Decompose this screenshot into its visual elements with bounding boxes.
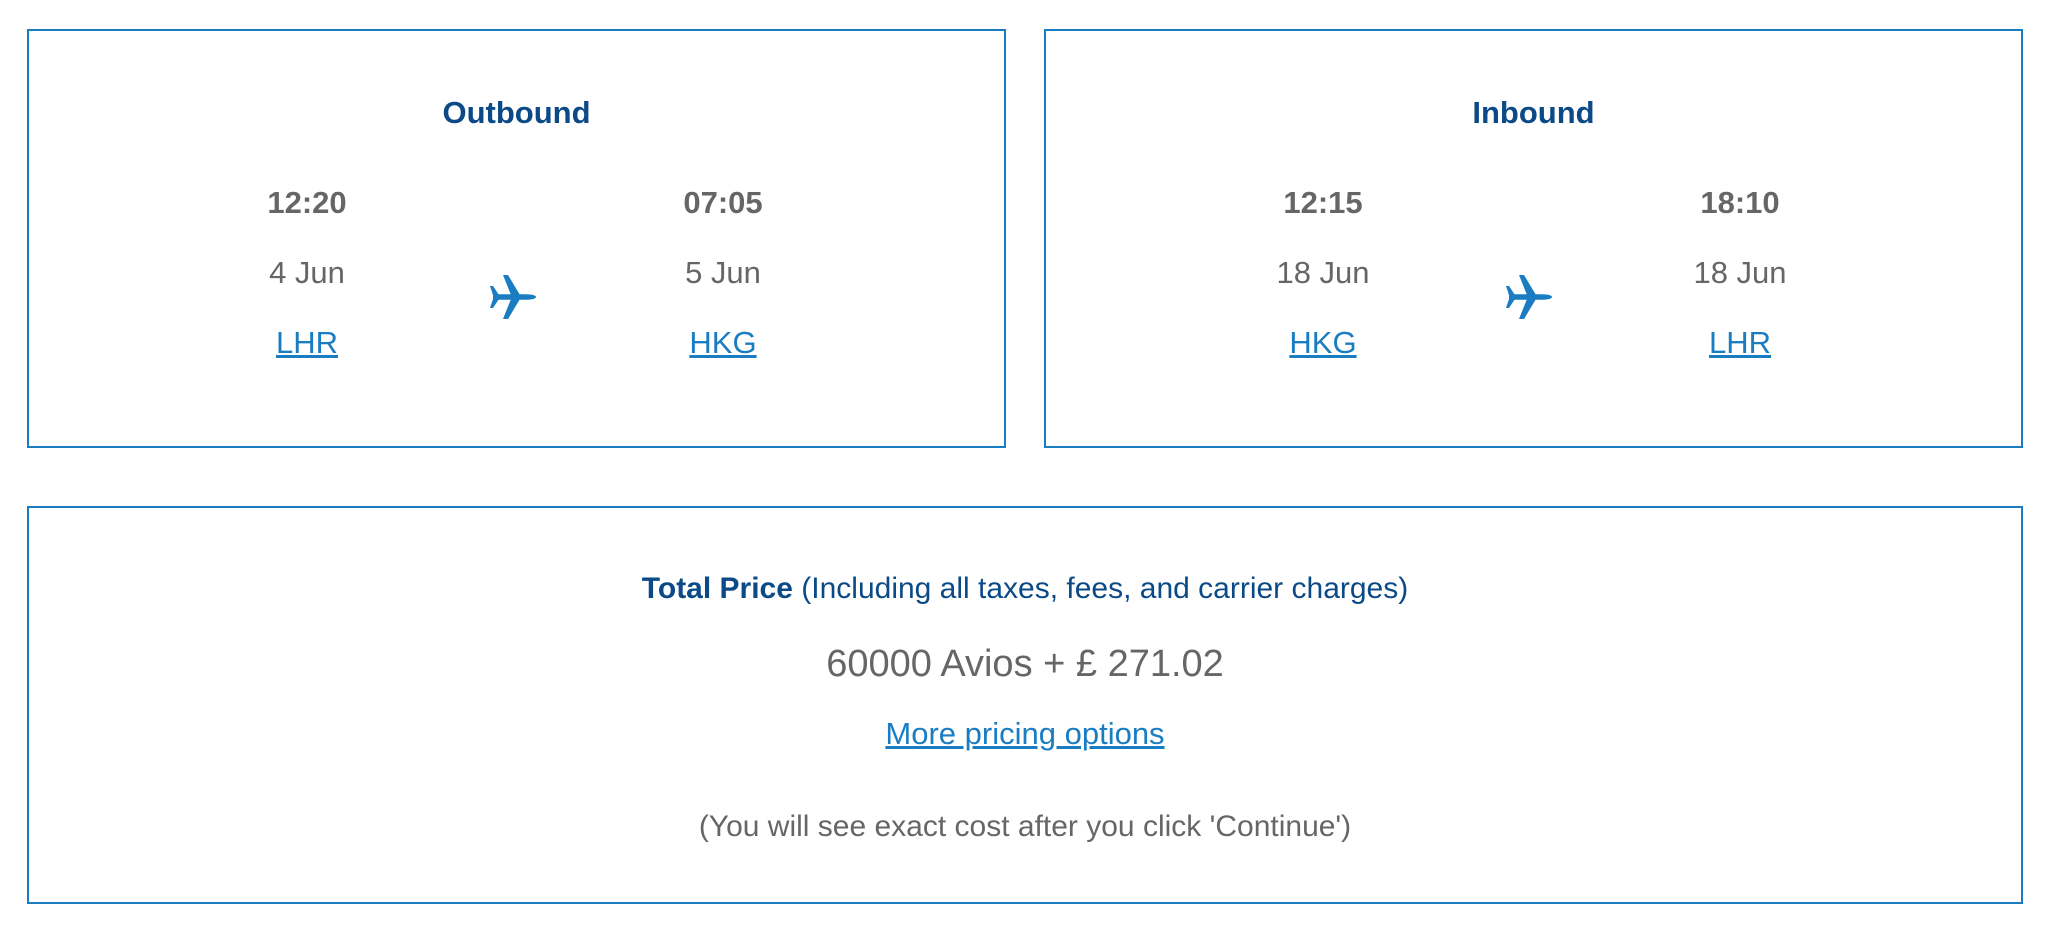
departure-airport-link[interactable]: LHR: [276, 323, 338, 363]
inbound-departure: 12:15 18 Jun HKG: [1173, 183, 1473, 363]
price-amount: 60000 Avios + £ 271.02: [826, 643, 1224, 685]
total-price-card: Total Price (Including all taxes, fees, …: [27, 506, 2023, 904]
outbound-card: Outbound 12:20 4 Jun LHR 07:05 5 Jun HKG: [27, 29, 1006, 448]
total-price-label: Total Price: [641, 572, 793, 605]
arrival-time: 07:05: [683, 185, 763, 220]
departure-airport-link[interactable]: HKG: [1289, 323, 1356, 363]
arrival-airport-link[interactable]: HKG: [689, 323, 756, 363]
departure-time: 12:15: [1283, 185, 1363, 220]
inbound-card: Inbound 12:15 18 Jun HKG 18:10 18 Jun LH…: [1044, 29, 2023, 448]
outbound-title: Outbound: [442, 95, 591, 130]
more-pricing-options-link[interactable]: More pricing options: [885, 716, 1164, 751]
arrival-airport-link[interactable]: LHR: [1709, 323, 1771, 363]
outbound-departure: 12:20 4 Jun LHR: [157, 183, 457, 363]
total-price-heading: Total Price (Including all taxes, fees, …: [29, 569, 2021, 609]
airplane-icon: [1504, 272, 1554, 322]
arrival-date: 18 Jun: [1693, 255, 1787, 290]
pricing-options-row: More pricing options: [29, 714, 2021, 754]
inbound-title: Inbound: [1472, 95, 1595, 130]
airplane-icon: [488, 272, 538, 322]
inbound-arrival: 18:10 18 Jun LHR: [1590, 183, 1890, 363]
continue-cost-note: (You will see exact cost after you click…: [698, 810, 1352, 843]
departure-date: 4 Jun: [269, 255, 345, 290]
arrival-date: 5 Jun: [685, 255, 761, 290]
flight-summary-page: Outbound 12:20 4 Jun LHR 07:05 5 Jun HKG: [0, 0, 2048, 939]
outbound-arrival: 07:05 5 Jun HKG: [573, 183, 873, 363]
departure-time: 12:20: [267, 185, 347, 220]
arrival-time: 18:10: [1700, 185, 1780, 220]
total-price-note: (Including all taxes, fees, and carrier …: [792, 572, 1409, 605]
departure-date: 18 Jun: [1276, 255, 1370, 290]
